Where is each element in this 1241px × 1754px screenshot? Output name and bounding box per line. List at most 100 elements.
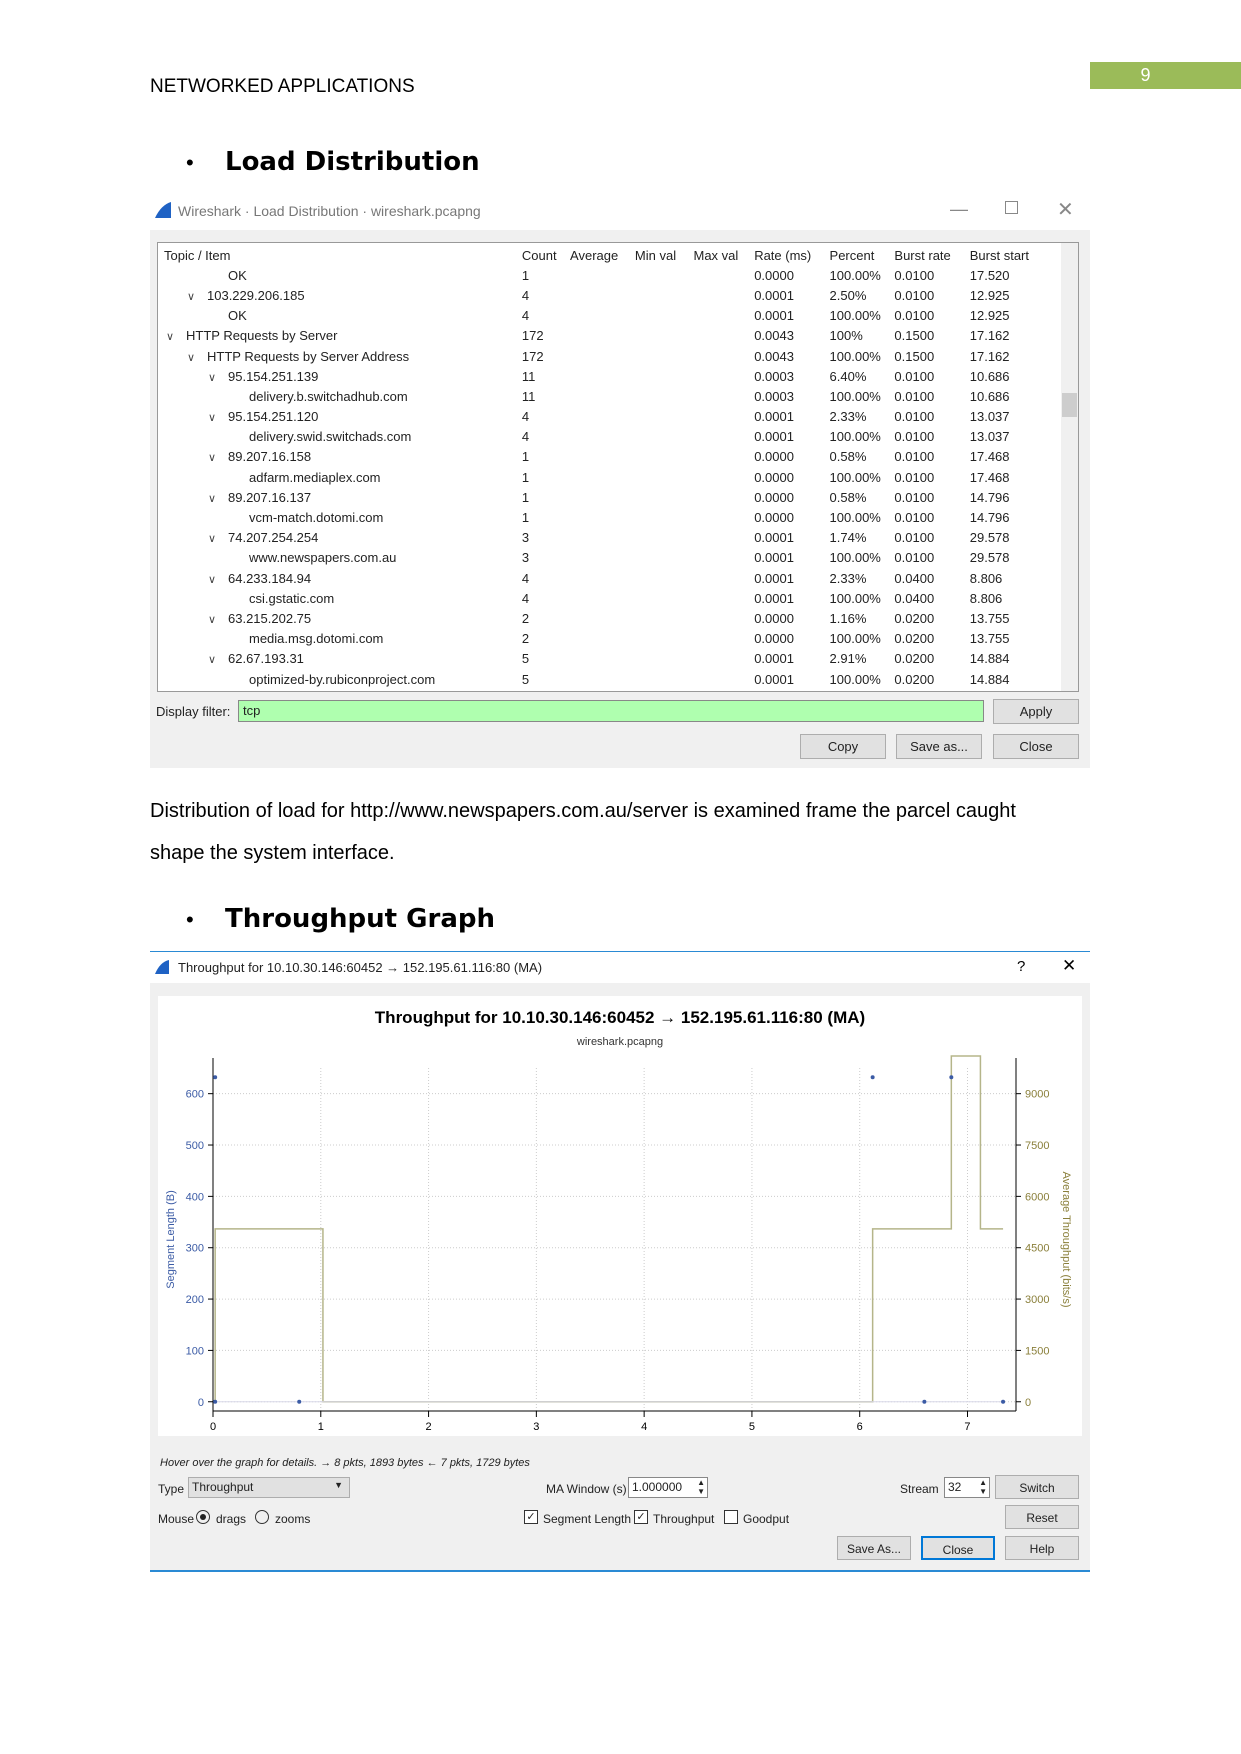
cell-count: 1: [521, 489, 530, 505]
table-row[interactable]: www.newspapers.com.au 3 0.0001 100.00% 0.010…: [162, 548, 1062, 568]
column-header[interactable]: Max val: [692, 245, 753, 265]
cell-empty: [633, 346, 692, 366]
cell-count: 172: [521, 348, 544, 364]
cell-empty: [633, 447, 692, 467]
type-select[interactable]: Throughput ▼: [188, 1477, 350, 1498]
cell-empty: [568, 649, 633, 669]
save-as-button[interactable]: Save as...: [896, 734, 982, 759]
y-tick-label: 300: [186, 1243, 204, 1255]
close-icon[interactable]: ✕: [1057, 197, 1074, 222]
table-row[interactable]: ∨ 103.229.206.185 4 0.0001 2.50% 0.0100 12.925: [162, 285, 1062, 305]
tree-item: optimized-by.rubiconproject.com: [162, 669, 520, 689]
table-row[interactable]: ∨ 89.207.16.137 1 0.0000 0.58% 0.0100 14.796: [162, 487, 1062, 507]
chevron-down-icon[interactable]: ∨: [208, 451, 228, 464]
apply-button[interactable]: Apply: [993, 699, 1079, 724]
chevron-down-icon[interactable]: ∨: [208, 653, 228, 666]
table-row[interactable]: media.msg.dotomi.com 2 0.0000 100.00% 0.0200…: [162, 629, 1062, 649]
cell-empty: [692, 649, 753, 669]
minimize-icon[interactable]: —: [950, 199, 968, 220]
table-row[interactable]: ∨ 95.154.251.139 11 0.0003 6.40% 0.0100 10.686: [162, 366, 1062, 386]
save-as-button[interactable]: Save As...: [837, 1536, 911, 1560]
y-tick-label: 500: [186, 1140, 204, 1152]
help-button[interactable]: Help: [1005, 1536, 1079, 1560]
throughput-checkbox[interactable]: ✓: [634, 1510, 648, 1524]
maximize-icon[interactable]: [1005, 201, 1018, 214]
table-row[interactable]: ∨ HTTP Requests by Server 172 0.0043 100% 0.1…: [162, 326, 1062, 346]
table-row[interactable]: ∨ 64.233.184.94 4 0.0001 2.33% 0.0400 8.806: [162, 568, 1062, 588]
cell-rate: 0.0001: [754, 409, 794, 425]
stream-spinbox[interactable]: 32 ▲ ▼: [944, 1477, 990, 1498]
scrollbar[interactable]: [1061, 243, 1078, 691]
table-row[interactable]: delivery.b.switchadhub.com 11 0.0003 100.00…: [162, 386, 1062, 406]
cell-rate: 0.0000: [754, 449, 794, 465]
close-button[interactable]: Close: [993, 734, 1079, 759]
throughput-chart[interactable]: Throughput for 10.10.30.146:60452 → 152.…: [158, 996, 1082, 1436]
table-row[interactable]: ∨ 89.207.16.158 1 0.0000 0.58% 0.0100 17.468: [162, 447, 1062, 467]
item-label: 89.207.16.158: [228, 449, 312, 465]
cell-rate: 0.0001: [754, 308, 794, 324]
column-header[interactable]: Min val: [633, 245, 692, 265]
cell-count: 5: [521, 651, 530, 667]
display-filter-input[interactable]: tcp: [238, 700, 984, 722]
chart-subtitle: wireshark.pcapng: [576, 1036, 663, 1048]
segment-point: [213, 1075, 218, 1080]
table-row[interactable]: ∨ 95.154.251.120 4 0.0001 2.33% 0.0100 13.037: [162, 407, 1062, 427]
table-row[interactable]: OK 4 0.0001 100.00% 0.0100 12.925: [162, 306, 1062, 326]
drags-radio[interactable]: [196, 1510, 210, 1524]
table-row[interactable]: ∨ 63.215.202.75 2 0.0000 1.16% 0.0200 13.755: [162, 608, 1062, 628]
table-row[interactable]: optimized-by.rubiconproject.com 5 0.0001 10…: [162, 669, 1062, 689]
chevron-down-icon[interactable]: ∨: [187, 290, 207, 303]
cell-count: 4: [521, 429, 530, 445]
table-row[interactable]: ∨ 62.67.193.31 5 0.0001 2.91% 0.0200 14.884: [162, 649, 1062, 669]
table-row[interactable]: csi.gstatic.com 4 0.0001 100.00% 0.0400 8.806: [162, 588, 1062, 608]
table-row[interactable]: OK 1 0.0000 100.00% 0.0100 17.520: [162, 265, 1062, 285]
chevron-down-icon[interactable]: ∨: [208, 371, 228, 384]
reset-button[interactable]: Reset: [1005, 1505, 1079, 1529]
cell-empty: [633, 427, 692, 447]
switch-direction-button[interactable]: Switch Direction: [995, 1475, 1079, 1519]
scrollbar-thumb[interactable]: [1062, 393, 1077, 417]
chevron-down-icon[interactable]: ∨: [166, 330, 186, 343]
chevron-down-icon[interactable]: ∨: [208, 532, 228, 545]
help-icon[interactable]: ?: [1017, 958, 1025, 975]
chevron-down-icon[interactable]: ∨: [208, 411, 228, 424]
cell-rate: 0.0001: [754, 530, 794, 546]
chevron-down-icon[interactable]: ∨: [208, 492, 228, 505]
cell-start: 17.468: [969, 449, 1010, 465]
table-row[interactable]: adfarm.mediaplex.com 1 0.0000 100.00% 0.0100…: [162, 467, 1062, 487]
drags-label: drags: [216, 1512, 247, 1526]
spinner-icon[interactable]: ▲ ▼: [979, 1478, 987, 1496]
ma-window-value: 1.000000: [632, 1480, 683, 1494]
column-header[interactable]: Burst start: [968, 245, 1062, 265]
zooms-radio[interactable]: [255, 1510, 269, 1524]
goodput-checkbox[interactable]: [724, 1510, 738, 1524]
table-row[interactable]: vcm-match.dotomi.com 1 0.0000 100.00% 0.0100…: [162, 507, 1062, 527]
column-header[interactable]: Rate (ms): [752, 245, 827, 265]
close-button[interactable]: Close: [921, 1536, 995, 1560]
stats-tree[interactable]: Topic / Item Count Average Min val Max val Ra…: [157, 242, 1079, 692]
chevron-down-icon[interactable]: ∨: [208, 573, 228, 586]
item-label: OK: [228, 308, 247, 324]
cell-empty: [633, 528, 692, 548]
chevron-down-icon[interactable]: ∨: [187, 351, 207, 364]
column-header[interactable]: Topic / Item: [162, 245, 520, 265]
cell-start: 13.755: [969, 631, 1010, 647]
table-row[interactable]: ∨ 74.207.254.254 3 0.0001 1.74% 0.0100 29.578: [162, 528, 1062, 548]
chevron-down-icon[interactable]: ∨: [208, 613, 228, 626]
copy-button[interactable]: Copy: [800, 734, 886, 759]
close-icon[interactable]: ✕: [1062, 956, 1076, 976]
cell-empty: [568, 669, 633, 689]
item-label: 63.215.202.75: [228, 610, 312, 626]
column-header[interactable]: Average: [568, 245, 633, 265]
spinner-icon[interactable]: ▲ ▼: [697, 1478, 705, 1496]
x-tick-label: 7: [964, 1421, 970, 1433]
table-row[interactable]: ∨ HTTP Requests by Server Address 172 0.004…: [162, 346, 1062, 366]
segment-length-checkbox[interactable]: ✓: [524, 1510, 538, 1524]
column-header[interactable]: Count: [520, 245, 568, 265]
tree-item: ∨ 64.233.184.94: [162, 568, 520, 588]
ma-window-spinbox[interactable]: 1.000000 ▲ ▼: [628, 1477, 708, 1498]
table-row[interactable]: delivery.swid.switchads.com 4 0.0001 100.00…: [162, 427, 1062, 447]
column-header[interactable]: Burst rate: [892, 245, 967, 265]
column-header[interactable]: Percent: [828, 245, 893, 265]
cell-empty: [568, 548, 633, 568]
